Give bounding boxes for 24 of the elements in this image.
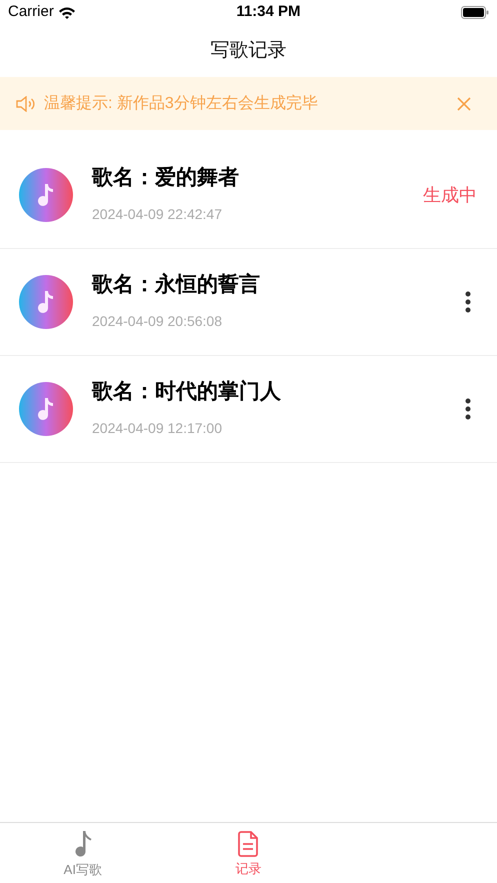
record-time: 2024-04-09 20:56:08: [92, 312, 223, 331]
record-time: 2024-04-09 22:42:47: [92, 205, 223, 224]
song-title: 歌名：爱的舞者: [92, 165, 240, 191]
more-icon[interactable]: [465, 398, 471, 420]
song-title: 歌名：永恒的誓言: [92, 272, 261, 298]
music-note-icon: [19, 382, 73, 436]
notice-text: 温馨提示: 新作品3分钟左右会生成完毕: [44, 94, 319, 114]
tab[interactable]: AI写歌: [0, 823, 166, 883]
more-icon[interactable]: [465, 291, 471, 313]
wifi-icon: [58, 6, 76, 20]
carrier-label: Carrier: [8, 2, 54, 22]
record-time: 2024-04-09 12:17:00: [92, 419, 223, 438]
song-record[interactable]: 歌名：爱的舞者 2024-04-09 22:42:47 生成中: [0, 142, 497, 249]
music-note-icon: [19, 275, 73, 329]
battery-icon: [461, 6, 489, 19]
speaker-icon: [16, 96, 36, 112]
clock: 11:34 PM: [236, 2, 301, 22]
song-record[interactable]: 歌名：永恒的誓言 2024-04-09 20:56:08: [0, 249, 497, 356]
page-title: 写歌记录: [210, 38, 286, 63]
document-icon: [237, 831, 260, 858]
song-title: 歌名：时代的掌门人: [92, 379, 282, 405]
music-note-icon: [19, 168, 73, 222]
status-label: 生成中: [423, 184, 477, 206]
song-record[interactable]: 歌名：时代的掌门人 2024-04-09 12:17:00: [0, 356, 497, 463]
